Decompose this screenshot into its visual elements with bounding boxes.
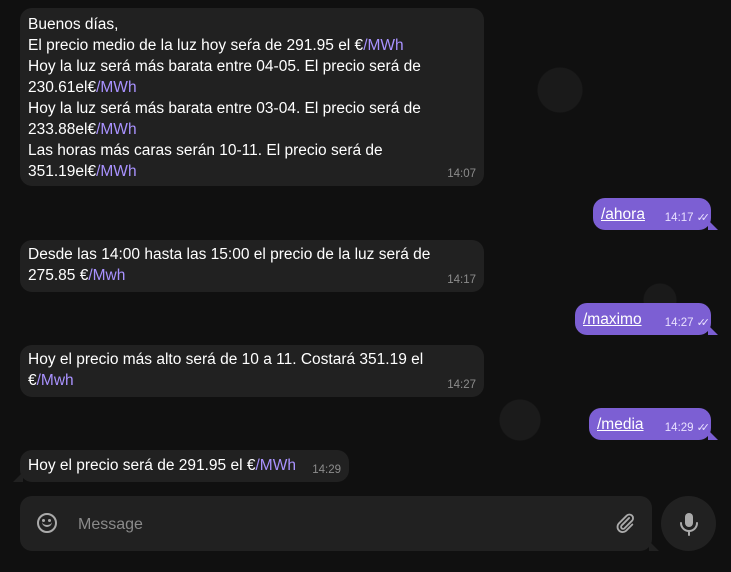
- message-time: 14:07: [447, 168, 476, 180]
- read-check-icon: ✓✓: [696, 317, 711, 329]
- incoming-message[interactable]: Desde las 14:00 hasta las 15:00 el preci…: [20, 240, 484, 292]
- message-line: Hoy el precio será de 291.95 el €/MWh: [28, 457, 296, 474]
- command-link[interactable]: /maximo: [583, 311, 642, 328]
- message-time: 14:27 ✓✓: [664, 317, 711, 329]
- command-link[interactable]: /media: [597, 416, 644, 433]
- message-line: 275.85 €/Mwh: [28, 267, 126, 284]
- outgoing-message[interactable]: /maximo 14:27 ✓✓: [575, 303, 718, 335]
- message-input[interactable]: [76, 513, 580, 537]
- message-time: 14:29: [312, 464, 341, 476]
- message-time: 14:17 ✓✓: [664, 212, 711, 224]
- read-check-icon: ✓✓: [696, 212, 711, 224]
- command-link[interactable]: /MWh: [96, 121, 136, 138]
- command-link[interactable]: /MWh: [96, 79, 136, 96]
- voice-message-button[interactable]: [661, 496, 716, 551]
- microphone-icon: [680, 513, 698, 536]
- message-line: 233.88el€/MWh: [28, 121, 137, 138]
- message-time: 14:17: [447, 274, 476, 286]
- command-link[interactable]: /Mwh: [37, 372, 74, 389]
- outgoing-message[interactable]: /media 14:29 ✓✓: [589, 408, 718, 440]
- message-line: El precio medio de la luz hoy seŕa de 29…: [28, 37, 404, 54]
- incoming-message[interactable]: Hoy el precio será de 291.95 el €/MWh 14…: [13, 450, 349, 482]
- command-link[interactable]: /MWh: [96, 163, 136, 180]
- message-composer: [20, 496, 659, 551]
- outgoing-message[interactable]: /ahora 14:17 ✓✓: [593, 198, 718, 230]
- command-link[interactable]: /MWh: [255, 457, 295, 474]
- message-line: Desde las 14:00 hasta las 15:00 el preci…: [28, 246, 431, 263]
- incoming-message[interactable]: Hoy el precio más alto será de 10 a 11. …: [20, 345, 484, 397]
- command-link[interactable]: /MWh: [363, 37, 403, 54]
- message-line: 351.19el€/MWh: [28, 163, 137, 180]
- command-link[interactable]: /Mwh: [88, 267, 125, 284]
- message-time: 14:29 ✓✓: [664, 422, 711, 434]
- message-line: 230.61el€/MWh: [28, 79, 137, 96]
- message-line: Hoy la luz será más barata entre 03-04. …: [28, 100, 421, 117]
- read-check-icon: ✓✓: [696, 422, 711, 434]
- paperclip-icon[interactable]: [614, 512, 636, 534]
- message-line: Hoy la luz será más barata entre 04-05. …: [28, 58, 421, 75]
- chat-background: Buenos días, El precio medio de la luz h…: [0, 0, 731, 572]
- message-line: €/Mwh: [28, 372, 74, 389]
- message-line: Hoy el precio más alto será de 10 a 11. …: [28, 351, 424, 368]
- incoming-message[interactable]: Buenos días, El precio medio de la luz h…: [20, 8, 484, 186]
- smile-icon[interactable]: [37, 513, 57, 533]
- command-link[interactable]: /ahora: [601, 206, 645, 223]
- message-line: Las horas más caras serán 10-11. El prec…: [28, 142, 383, 159]
- message-line: Buenos días,: [28, 16, 119, 33]
- message-time: 14:27: [447, 379, 476, 391]
